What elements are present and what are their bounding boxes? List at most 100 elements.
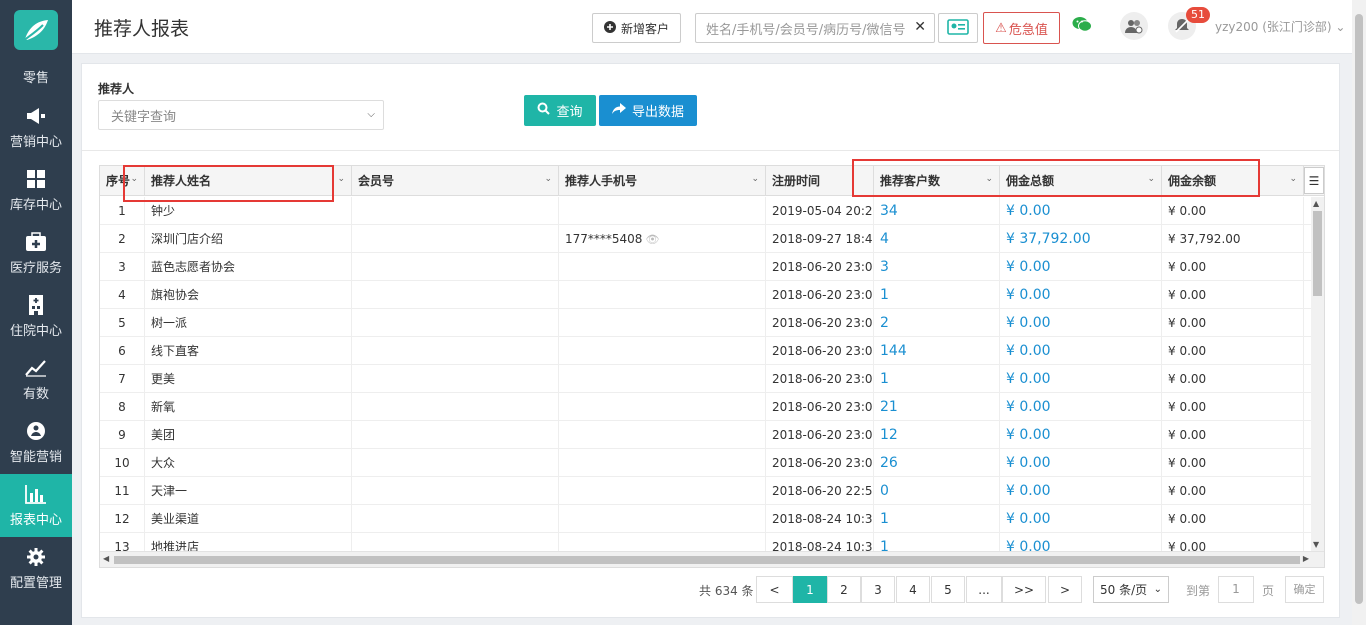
clear-icon[interactable]: ✕ [914,19,926,35]
cell-referred-count[interactable]: 1 [874,533,1000,551]
table-row[interactable]: 12 美业渠道 2018-08-24 10:33 1 ¥ 0.00 ¥ 0.00 [100,505,1324,533]
table-row[interactable]: 8 新氧 2018-06-20 23:04 21 ¥ 0.00 ¥ 0.00 [100,393,1324,421]
table-row[interactable]: 3 蓝色志愿者协会 2018-06-20 23:04 3 ¥ 0.00 ¥ 0.00 [100,253,1324,281]
sidebar-item-medical-kit[interactable]: 医疗服务 [0,222,72,285]
sidebar-item-grid[interactable]: 库存中心 [0,159,72,222]
table-row[interactable]: 5 树一派 2018-06-20 23:04 2 ¥ 0.00 ¥ 0.00 [100,309,1324,337]
scroll-up-icon[interactable]: ▲ [1313,199,1319,208]
cell-referred-count[interactable]: 21 [874,393,1000,421]
page-button-1[interactable]: 1 [793,576,827,603]
export-button[interactable]: 导出数据 [599,95,697,126]
cell-value: ¥ 0.00 [1006,455,1051,471]
cell-commission-total[interactable]: ¥ 0.00 [1000,393,1162,421]
cell-referrer-phone [559,505,766,533]
cell-commission-total[interactable]: ¥ 37,792.00 [1000,225,1162,253]
cell-value: ¥ 0.00 [1006,427,1051,443]
referrer-keyword-select[interactable]: 关键字查询 ⌵ [98,100,384,130]
chevron-down-icon[interactable]: ⌄ [751,166,759,194]
table-vertical-scroll-thumb[interactable] [1313,211,1322,296]
cell-commission-total[interactable]: ¥ 0.00 [1000,421,1162,449]
cell-commission-total[interactable]: ¥ 0.00 [1000,449,1162,477]
table-row[interactable]: 9 美团 2018-06-20 23:04 12 ¥ 0.00 ¥ 0.00 [100,421,1324,449]
crisis-value-button[interactable]: ⚠ 危急值 [983,12,1060,44]
table-vertical-scrollbar[interactable]: ▲ ▼ [1311,197,1324,551]
table-row[interactable]: 6 线下直客 2018-06-20 23:04 144 ¥ 0.00 ¥ 0.00 [100,337,1324,365]
column-menu-button[interactable]: ☰ [1304,167,1324,194]
cell-commission-total[interactable]: ¥ 0.00 [1000,533,1162,551]
page-button-5[interactable]: 5 [931,576,965,603]
user-menu[interactable]: yzy200 (张江门诊部) ⌄ [1215,18,1345,35]
scroll-down-icon[interactable]: ▼ [1313,540,1319,549]
global-search-input[interactable]: 姓名/手机号/会员号/病历号/微信号 ✕ [695,13,935,43]
cell-commission-total[interactable]: ¥ 0.00 [1000,281,1162,309]
query-button[interactable]: 查询 [524,95,596,126]
goto-confirm-button[interactable]: 确定 [1285,576,1324,603]
cell-commission-total[interactable]: ¥ 0.00 [1000,505,1162,533]
goto-page-input[interactable]: 1 [1218,576,1254,603]
page-scrollbar-thumb[interactable] [1355,14,1363,604]
sidebar-item-line-chart[interactable]: 有数 [0,348,72,411]
table-row[interactable]: 4 旗袍协会 2018-06-20 23:04 1 ¥ 0.00 ¥ 0.00 [100,281,1324,309]
chevron-down-icon[interactable]: ⌄ [337,166,345,194]
table-row[interactable]: 13 地推进店 2018-08-24 10:33 1 ¥ 0.00 ¥ 0.00 [100,533,1324,551]
cell-referred-count[interactable]: 34 [874,197,1000,225]
cell-referred-count[interactable]: 12 [874,421,1000,449]
table-row[interactable]: 7 更美 2018-06-20 23:04 1 ¥ 0.00 ¥ 0.00 [100,365,1324,393]
scroll-left-icon[interactable]: ◀ [103,554,109,563]
cell-member-no [352,421,559,449]
sidebar-item-retail[interactable]: 零售 [0,56,72,96]
page-scrollbar[interactable] [1352,0,1366,625]
cell-commission-total[interactable]: ¥ 0.00 [1000,197,1162,225]
header-col-referrer-phone[interactable]: 推荐人手机号 ⌄ [559,166,766,196]
scroll-right-icon[interactable]: ▶ [1303,554,1309,563]
sidebar-item-bar-chart[interactable]: 报表中心 [0,474,72,537]
cell-referred-count[interactable]: 4 [874,225,1000,253]
user-group-icon[interactable] [1120,12,1148,40]
cell-value: ¥ 37,792.00 [1006,231,1091,247]
cell-referred-count[interactable]: 0 [874,477,1000,505]
cell-commission-total[interactable]: ¥ 0.00 [1000,477,1162,505]
cell-commission-total[interactable]: ¥ 0.00 [1000,365,1162,393]
wechat-icon[interactable] [1072,16,1092,36]
page-button-4[interactable]: 4 [896,576,930,603]
cell-referred-count[interactable]: 3 [874,253,1000,281]
cell-value: ¥ 0.00 [1006,287,1051,303]
logo[interactable] [14,10,58,50]
cell-referred-count[interactable]: 1 [874,505,1000,533]
page-button-2[interactable]: 2 [827,576,861,603]
eye-icon[interactable]: 👁 [645,233,659,246]
prev-page-button[interactable]: < [756,576,793,603]
cell-referred-count[interactable]: 2 [874,309,1000,337]
table-horizontal-scroll-thumb[interactable] [114,556,1300,564]
cell-commission-total[interactable]: ¥ 0.00 [1000,337,1162,365]
sidebar-item-building[interactable]: 住院中心 [0,285,72,348]
cell-referred-count[interactable]: 26 [874,449,1000,477]
cell-commission-balance: ¥ 0.00 [1162,197,1304,225]
chevron-down-icon[interactable]: ⌄ [544,166,552,194]
next-page-button[interactable]: > [1048,576,1082,603]
table-row[interactable]: 2 深圳门店介绍 177****5408 👁 2018-09-27 18:41 4 ¥ 37… [100,225,1324,253]
cell-commission-total[interactable]: ¥ 0.00 [1000,309,1162,337]
cell-referred-count[interactable]: 144 [874,337,1000,365]
page-button-3[interactable]: 3 [861,576,895,603]
table-row[interactable]: 10 大众 2018-06-20 23:04 26 ¥ 0.00 ¥ 0.00 [100,449,1324,477]
sidebar-item-gear[interactable]: 配置管理 [0,537,72,600]
cell-commission-balance: ¥ 0.00 [1162,365,1304,393]
page-ellipsis[interactable]: ... [966,576,1002,603]
table-row[interactable]: 11 天津一 2018-06-20 22:56 0 ¥ 0.00 ¥ 0.00 [100,477,1324,505]
sidebar-item-megaphone[interactable]: 营销中心 [0,96,72,159]
cell-referred-count[interactable]: 1 [874,281,1000,309]
user-name-label: yzy200 (张江门诊部) [1215,20,1332,34]
cell-referrer-name: 树一派 [145,309,352,337]
cell-referred-count[interactable]: 1 [874,365,1000,393]
sidebar-item-target[interactable]: 智能营销 [0,411,72,474]
page-size-select[interactable]: 50 条/页 ⌄ [1093,576,1169,603]
add-customer-button[interactable]: 新增客户 [592,13,681,43]
header-col-member-no[interactable]: 会员号 ⌄ [352,166,559,196]
cell-value: ¥ 0.00 [1168,512,1207,526]
cell-commission-total[interactable]: ¥ 0.00 [1000,253,1162,281]
table-horizontal-scrollbar[interactable]: ◀ ▶ [100,551,1324,567]
chevron-down-icon[interactable]: ⌄ [1289,166,1297,194]
jump-forward-button[interactable]: >> [1002,576,1046,603]
id-card-button[interactable] [938,13,978,43]
